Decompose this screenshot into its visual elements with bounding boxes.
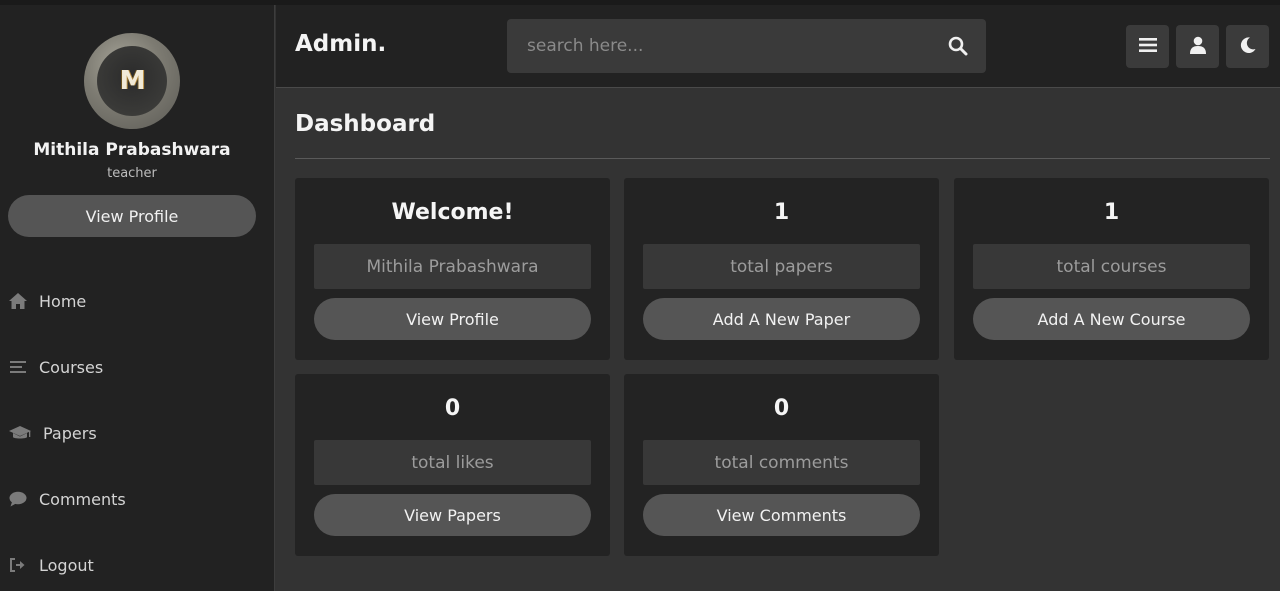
sidebar-item-comments[interactable]: Comments (0, 479, 275, 519)
moon-icon (1239, 36, 1257, 58)
sidebar-item-home[interactable]: Home (0, 281, 275, 321)
view-profile-button[interactable]: View Profile (314, 298, 591, 340)
page-title: Dashboard (295, 111, 436, 137)
sidebar-item-label: Comments (39, 489, 126, 509)
papers-card: 1 total papers Add A New Paper (624, 178, 939, 360)
home-icon (7, 292, 29, 310)
search-icon[interactable] (948, 36, 968, 60)
card-count: 1 (1103, 200, 1120, 225)
graduation-cap-icon (7, 425, 33, 441)
card-label: total papers (643, 244, 920, 289)
card-count: 0 (444, 396, 461, 421)
card-label: total comments (643, 440, 920, 485)
view-papers-button[interactable]: View Papers (314, 494, 591, 536)
menu-button[interactable] (1126, 25, 1169, 68)
likes-card: 0 total likes View Papers (295, 374, 610, 556)
view-comments-button[interactable]: View Comments (643, 494, 920, 536)
sidebar-item-label: Home (39, 291, 87, 311)
sidebar-item-courses[interactable]: Courses (0, 347, 275, 387)
card-count: 1 (773, 200, 790, 225)
sidebar-item-label: Papers (43, 423, 97, 443)
add-paper-button[interactable]: Add A New Paper (643, 298, 920, 340)
search-bar (507, 19, 986, 73)
sidebar-view-profile-button[interactable]: View Profile (8, 195, 256, 237)
theme-toggle-button[interactable] (1226, 25, 1269, 68)
top-header: Admin. (276, 5, 1280, 88)
card-count: 0 (773, 396, 790, 421)
avatar: M (84, 33, 180, 129)
menu-icon (1138, 37, 1157, 57)
add-course-button[interactable]: Add A New Course (973, 298, 1250, 340)
comment-icon (7, 491, 29, 507)
avatar-logo: M (119, 66, 146, 96)
logout-icon (7, 557, 29, 573)
comments-card: 0 total comments View Comments (624, 374, 939, 556)
profile-name: Mithila Prabashwara (33, 140, 231, 160)
profile-role: teacher (107, 166, 157, 181)
card-title: Welcome! (391, 200, 514, 225)
sidebar: M Mithila Prabashwara teacher View Profi… (0, 5, 275, 591)
list-icon (7, 360, 29, 374)
divider (295, 158, 1270, 159)
search-input[interactable] (507, 19, 927, 73)
card-label: total likes (314, 440, 591, 485)
sidebar-item-logout[interactable]: Logout (0, 545, 275, 585)
card-label: total courses (973, 244, 1250, 289)
sidebar-item-papers[interactable]: Papers (0, 413, 275, 453)
card-label: Mithila Prabashwara (314, 244, 591, 289)
user-button[interactable] (1176, 25, 1219, 68)
user-icon (1189, 36, 1207, 58)
avatar-inner: M (97, 46, 167, 116)
welcome-card: Welcome! Mithila Prabashwara View Profil… (295, 178, 610, 360)
sidebar-item-label: Logout (39, 555, 94, 575)
sidebar-item-label: Courses (39, 357, 104, 377)
brand-title: Admin. (295, 31, 387, 57)
courses-card: 1 total courses Add A New Course (954, 178, 1269, 360)
